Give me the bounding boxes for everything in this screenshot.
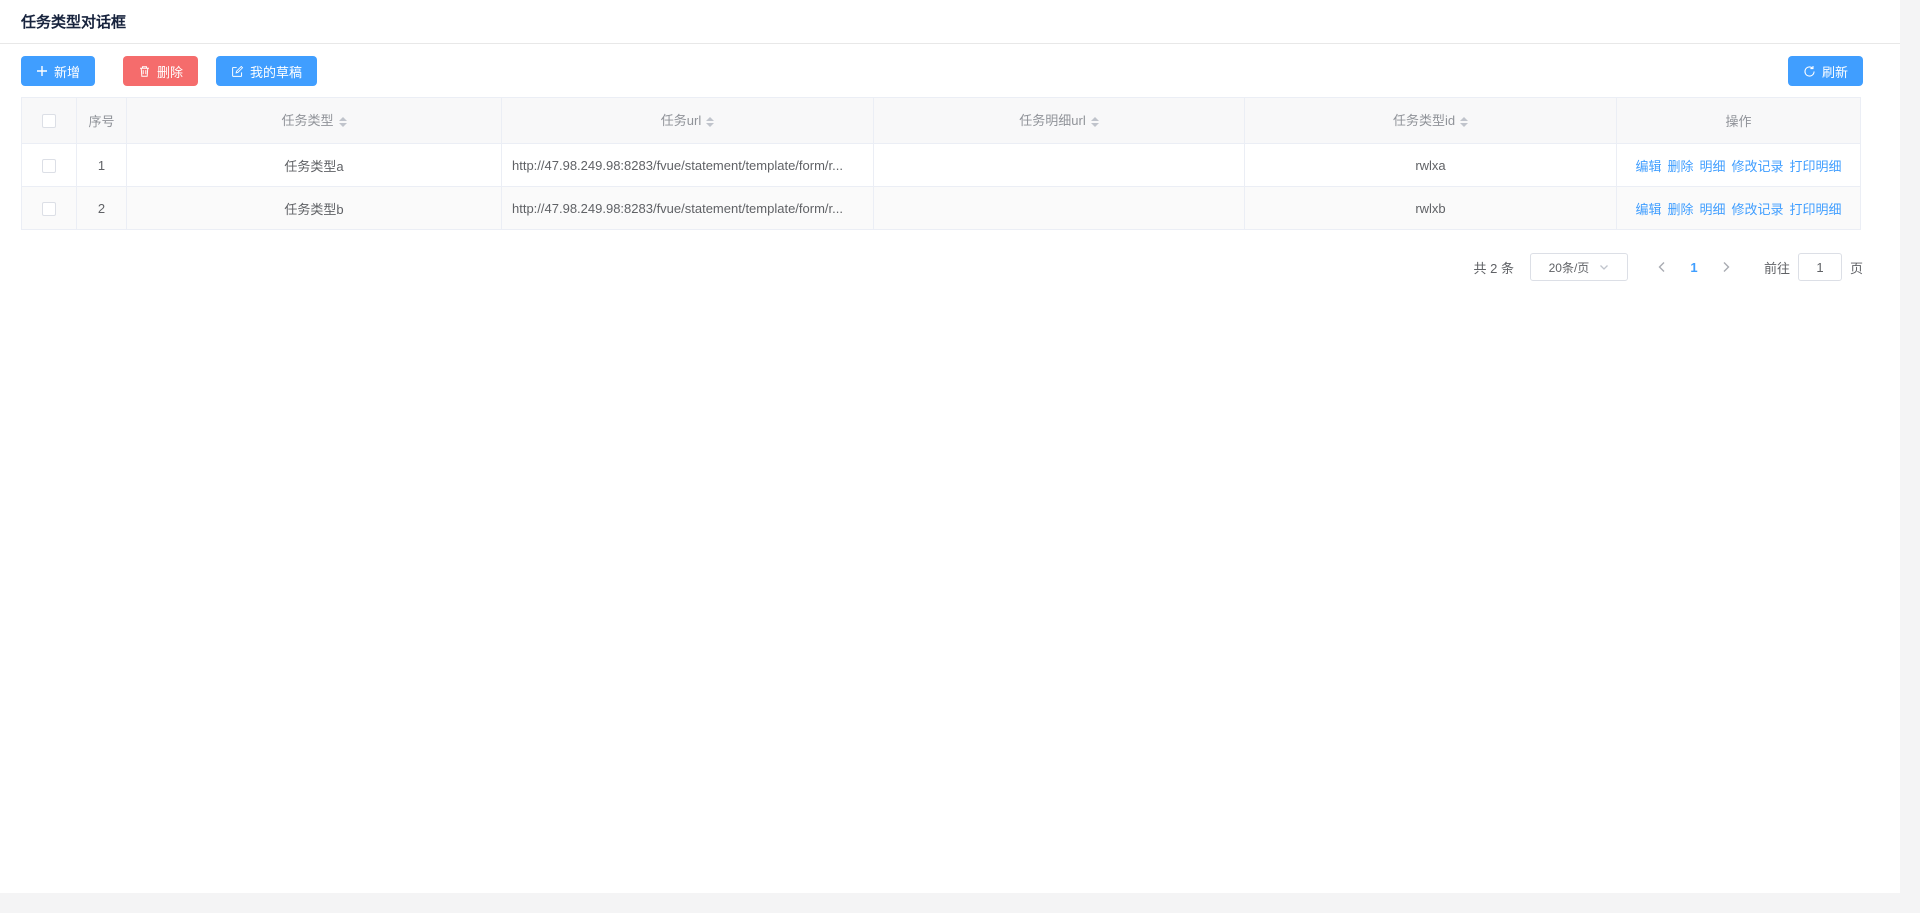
header-checkbox-cell <box>21 97 77 144</box>
row-task-type-cell: 任务类型b <box>126 186 502 230</box>
refresh-button-label: 刷新 <box>1821 64 1848 80</box>
my-drafts-button[interactable]: 我的草稿 <box>216 56 318 86</box>
table-header-row: 序号 任务类型 任务url 任务明细url 任务类型id 操作 <box>21 97 1861 144</box>
title-bar: 任务类型对话框 <box>0 0 1900 44</box>
print-detail-link[interactable]: 打印明细 <box>1790 202 1842 217</box>
edit-icon <box>232 65 244 77</box>
column-header-index: 序号 <box>76 97 127 144</box>
detail-link[interactable]: 明细 <box>1699 159 1725 174</box>
delete-link[interactable]: 删除 <box>1667 202 1693 217</box>
add-button[interactable]: 新增 <box>21 56 96 86</box>
edit-link[interactable]: 编辑 <box>1635 202 1661 217</box>
row-task-url-cell: http://47.98.249.98:8283/fvue/statement/… <box>501 143 874 187</box>
row-checkbox[interactable] <box>42 201 56 216</box>
column-header-index-label: 序号 <box>88 114 115 129</box>
toolbar: 新增 删除 我的草稿 刷新 <box>21 56 1863 86</box>
goto-page-input[interactable] <box>1797 253 1842 281</box>
column-header-operation-label: 操作 <box>1725 114 1752 129</box>
row-task-type-cell: 任务类型a <box>126 143 502 187</box>
row-checkbox[interactable] <box>42 158 56 173</box>
print-detail-link[interactable]: 打印明细 <box>1790 159 1842 174</box>
sort-caret-icon[interactable] <box>706 113 715 131</box>
select-all-checkbox[interactable] <box>42 114 56 129</box>
task-type-table: 序号 任务类型 任务url 任务明细url 任务类型id 操作 1 任务类型a … <box>21 97 1861 230</box>
sort-caret-icon[interactable] <box>1090 113 1099 131</box>
row-checkbox-cell <box>21 143 77 187</box>
next-page-button[interactable] <box>1714 253 1738 281</box>
row-task-detail-url-cell <box>873 143 1245 187</box>
sort-caret-icon[interactable] <box>338 113 347 131</box>
modify-record-link[interactable]: 修改记录 <box>1732 202 1784 217</box>
delete-button[interactable]: 删除 <box>123 56 199 86</box>
modify-record-link[interactable]: 修改记录 <box>1732 159 1784 174</box>
column-header-task-type-id[interactable]: 任务类型id <box>1244 97 1617 144</box>
sort-caret-icon[interactable] <box>1460 113 1469 131</box>
page-unit-label: 页 <box>1849 260 1863 276</box>
row-task-type-id-cell: rwlxb <box>1244 186 1617 230</box>
page-title: 任务类型对话框 <box>21 14 127 31</box>
plus-icon <box>37 66 47 76</box>
page-size-value: 20条/页 <box>1548 260 1590 275</box>
delete-link[interactable]: 删除 <box>1667 159 1693 174</box>
content-panel: 任务类型对话框 新增 删除 我的草稿 刷新 序号 任务类型 任务url 任务明细… <box>0 0 1900 893</box>
prev-page-button[interactable] <box>1650 253 1674 281</box>
column-header-task-detail-url-label: 任务明细url <box>1019 113 1086 129</box>
column-header-task-type[interactable]: 任务类型 <box>126 97 502 144</box>
add-button-label: 新增 <box>54 64 81 80</box>
detail-link[interactable]: 明细 <box>1699 202 1725 217</box>
row-operations-cell: 编辑 删除 明细 修改记录 打印明细 <box>1616 143 1861 187</box>
chevron-down-icon <box>1600 265 1609 270</box>
column-header-operation: 操作 <box>1616 97 1861 144</box>
chevron-right-icon <box>1723 262 1730 272</box>
page-size-select[interactable]: 20条/页 <box>1529 253 1628 281</box>
column-header-task-type-label: 任务类型 <box>281 113 334 129</box>
column-header-task-url[interactable]: 任务url <box>501 97 874 144</box>
row-task-type-id-cell: rwlxa <box>1244 143 1617 187</box>
row-operations-cell: 编辑 删除 明细 修改记录 打印明细 <box>1616 186 1861 230</box>
chevron-left-icon <box>1658 262 1665 272</box>
goto-label: 前往 <box>1763 260 1790 276</box>
row-index-cell: 2 <box>76 186 127 230</box>
table-row[interactable]: 1 任务类型a http://47.98.249.98:8283/fvue/st… <box>21 143 1861 187</box>
pagination: 共 2 条 20条/页 1 前往 页 <box>21 253 1863 281</box>
table-row[interactable]: 2 任务类型b http://47.98.249.98:8283/fvue/st… <box>21 186 1861 230</box>
page-number-1[interactable]: 1 <box>1682 260 1706 275</box>
column-header-task-detail-url[interactable]: 任务明细url <box>873 97 1245 144</box>
edit-link[interactable]: 编辑 <box>1635 159 1661 174</box>
pagination-total: 共 2 条 <box>1473 260 1514 276</box>
column-header-task-type-id-label: 任务类型id <box>1392 113 1456 129</box>
delete-button-label: 删除 <box>157 64 184 80</box>
refresh-icon <box>1804 65 1815 77</box>
refresh-button[interactable]: 刷新 <box>1787 56 1863 86</box>
column-header-task-url-label: 任务url <box>660 113 702 129</box>
row-task-detail-url-cell <box>873 186 1245 230</box>
my-drafts-button-label: 我的草稿 <box>250 64 303 80</box>
row-checkbox-cell <box>21 186 77 230</box>
row-index-cell: 1 <box>76 143 127 187</box>
trash-icon <box>140 65 149 77</box>
row-task-url-cell: http://47.98.249.98:8283/fvue/statement/… <box>501 186 874 230</box>
main-area: 新增 删除 我的草稿 刷新 序号 任务类型 任务url 任务明细url 任务类型… <box>0 44 1900 281</box>
